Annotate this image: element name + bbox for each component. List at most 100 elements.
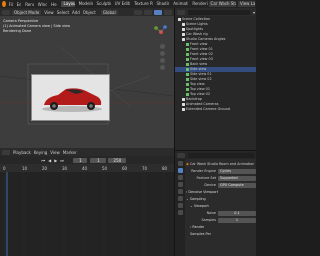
camera-icon <box>185 42 189 46</box>
xray-toggle-icon[interactable] <box>144 9 152 15</box>
transform-orientation[interactable]: Global <box>100 9 118 15</box>
object-name-row: ◉ Car Wash Studio Room and Animation <box>186 161 256 168</box>
subsection-viewport[interactable]: ⌄ Viewport <box>186 203 256 210</box>
scene-selector[interactable]: Car Wash Studio Ro <box>208 1 236 7</box>
3d-viewport[interactable]: Object Mode View Select Add Object Globa… <box>0 8 174 148</box>
chevron-right-icon: › <box>186 190 188 194</box>
menu-window[interactable]: Window <box>38 2 47 7</box>
modifier-tab-icon[interactable] <box>177 210 183 215</box>
camera-view-icon[interactable] <box>160 58 165 63</box>
section-label: Denoise Viewport <box>188 190 219 194</box>
tool-tab-icon[interactable] <box>177 161 183 166</box>
blender-logo-icon[interactable] <box>2 1 6 7</box>
subsection-render[interactable]: › Render <box>186 224 256 231</box>
outliner-tree: Scene Collection Scene Lights Spotlights… <box>175 17 256 112</box>
chevron-right-icon: › <box>190 225 192 229</box>
timeline-menu-marker[interactable]: Marker <box>63 150 77 155</box>
timeline-grid <box>4 172 165 256</box>
world-tab-icon[interactable] <box>177 196 183 201</box>
noise-threshold-row: Noise 0.1 <box>186 210 256 217</box>
camera-icon <box>185 57 189 61</box>
section-sampling[interactable]: ⌄ Sampling <box>186 196 256 203</box>
outliner-search-input[interactable] <box>188 9 250 15</box>
tab-uv-editing[interactable]: UV Editing <box>112 1 130 7</box>
timeline-editor[interactable]: Playback Keying View Marker ⏮ ◀ ▶ ⏭ 1 1 … <box>0 148 174 256</box>
tab-sculpting[interactable]: Sculpting <box>94 1 111 7</box>
noise-threshold-field[interactable]: 0.1 <box>218 211 256 216</box>
current-frame-field[interactable]: 1 <box>73 157 88 163</box>
overlay-toggle-icon[interactable] <box>134 9 142 15</box>
zoom-icon[interactable] <box>160 44 165 49</box>
menu-file[interactable]: File <box>9 2 13 7</box>
menu-edit[interactable]: Edit <box>17 2 22 7</box>
collection-icon <box>181 97 185 101</box>
tab-modeling[interactable]: Modeling <box>76 1 93 7</box>
tab-shading[interactable]: Shading <box>154 1 170 7</box>
outliner-panel[interactable]: ▾ Scene Collection Scene Lights Spotligh… <box>174 8 256 150</box>
play-reverse-icon[interactable]: ◀ <box>48 158 51 163</box>
shading-rendered-icon[interactable] <box>164 9 172 15</box>
end-frame-field[interactable]: 250 <box>108 157 127 163</box>
render-tab-icon[interactable] <box>177 168 183 173</box>
viewport-menu-select[interactable]: Select <box>57 10 69 15</box>
jump-start-icon[interactable]: ⏮ <box>42 158 46 163</box>
pan-hand-icon[interactable] <box>160 51 165 56</box>
collection-icon <box>181 27 185 31</box>
view-layer-selector[interactable]: View Layer <box>237 1 256 7</box>
tab-layout[interactable]: Layout <box>60 1 75 7</box>
properties-panel[interactable]: ◉ Car Wash Studio Room and Animation Ren… <box>174 150 256 256</box>
view-layer-tab-icon[interactable] <box>177 182 183 187</box>
navigation-gizmo-icon[interactable] <box>152 23 170 41</box>
frame-label: 20 <box>42 166 48 171</box>
camera-icon <box>185 47 189 51</box>
filter-icon[interactable]: ▾ <box>253 10 255 15</box>
shading-solid-icon[interactable] <box>154 9 162 15</box>
subsection-samples-per[interactable]: Samples Per <box>186 231 256 238</box>
editor-type-icon[interactable] <box>2 9 10 15</box>
tab-rendering[interactable]: Rendering <box>189 1 207 7</box>
viewport-menu-view[interactable]: View <box>44 10 54 15</box>
perspective-grid-icon[interactable] <box>160 65 165 70</box>
section-denoise[interactable]: › Denoise Viewport <box>186 189 256 196</box>
menu-help[interactable]: Help <box>51 2 56 7</box>
render-camera-icon: ◉ <box>186 162 189 166</box>
properties-search-input[interactable] <box>188 152 254 158</box>
feature-set-label: Feature Set <box>196 176 216 180</box>
render-engine-select[interactable]: Cycles <box>218 169 256 174</box>
start-frame-field[interactable]: 1 <box>90 157 107 163</box>
timeline-ruler[interactable]: 0 10 20 30 40 50 60 70 80 <box>0 164 174 172</box>
scene-tab-icon[interactable] <box>177 189 183 194</box>
camera-icon <box>185 62 189 66</box>
chevron-down-icon: ⌄ <box>186 197 189 201</box>
timeline-menu-playback[interactable]: Playback <box>13 150 31 155</box>
outliner-header: ▾ <box>175 8 256 16</box>
output-tab-icon[interactable] <box>177 175 183 180</box>
timeline-menu-keying[interactable]: Keying <box>34 150 47 155</box>
outliner-row-label: Extended Camera Ground <box>186 107 231 111</box>
device-label: Device <box>204 183 216 187</box>
outliner-row-label: Front view 03 <box>190 57 213 61</box>
min-samples-field[interactable]: 1 <box>218 218 256 223</box>
viewport-menu-object[interactable]: Object <box>83 10 96 15</box>
timeline-menu-view[interactable]: View <box>50 150 60 155</box>
feature-set-select[interactable]: Supported <box>218 176 256 181</box>
properties-editor-type-icon[interactable] <box>177 152 185 158</box>
jump-end-icon[interactable]: ⏭ <box>60 158 64 163</box>
menu-render[interactable]: Render <box>25 2 34 7</box>
mode-selector[interactable]: Object Mode <box>12 9 42 15</box>
timeline-editor-type-icon[interactable] <box>2 149 10 155</box>
outliner-row-label: Front view 02 <box>190 52 213 56</box>
collection-icon <box>181 37 185 41</box>
object-tab-icon[interactable] <box>177 203 183 208</box>
outliner-editor-type-icon[interactable] <box>177 9 185 15</box>
outliner-row[interactable]: Extended Camera Ground <box>175 107 256 112</box>
playback-controls: ⏮ ◀ ▶ ⏭ 1 1 250 <box>0 156 174 164</box>
viewport-menu-add[interactable]: Add <box>72 10 80 15</box>
play-icon[interactable]: ▶ <box>54 158 57 163</box>
tab-texture-paint[interactable]: Texture Paint <box>131 1 152 7</box>
timeline-header: Playback Keying View Marker <box>0 148 174 156</box>
outliner-row-label: Scene Collection <box>182 17 211 21</box>
timeline-track-area[interactable] <box>0 172 174 256</box>
device-select[interactable]: GPU Compute <box>218 183 256 188</box>
tab-animation[interactable]: Animation <box>170 1 188 7</box>
